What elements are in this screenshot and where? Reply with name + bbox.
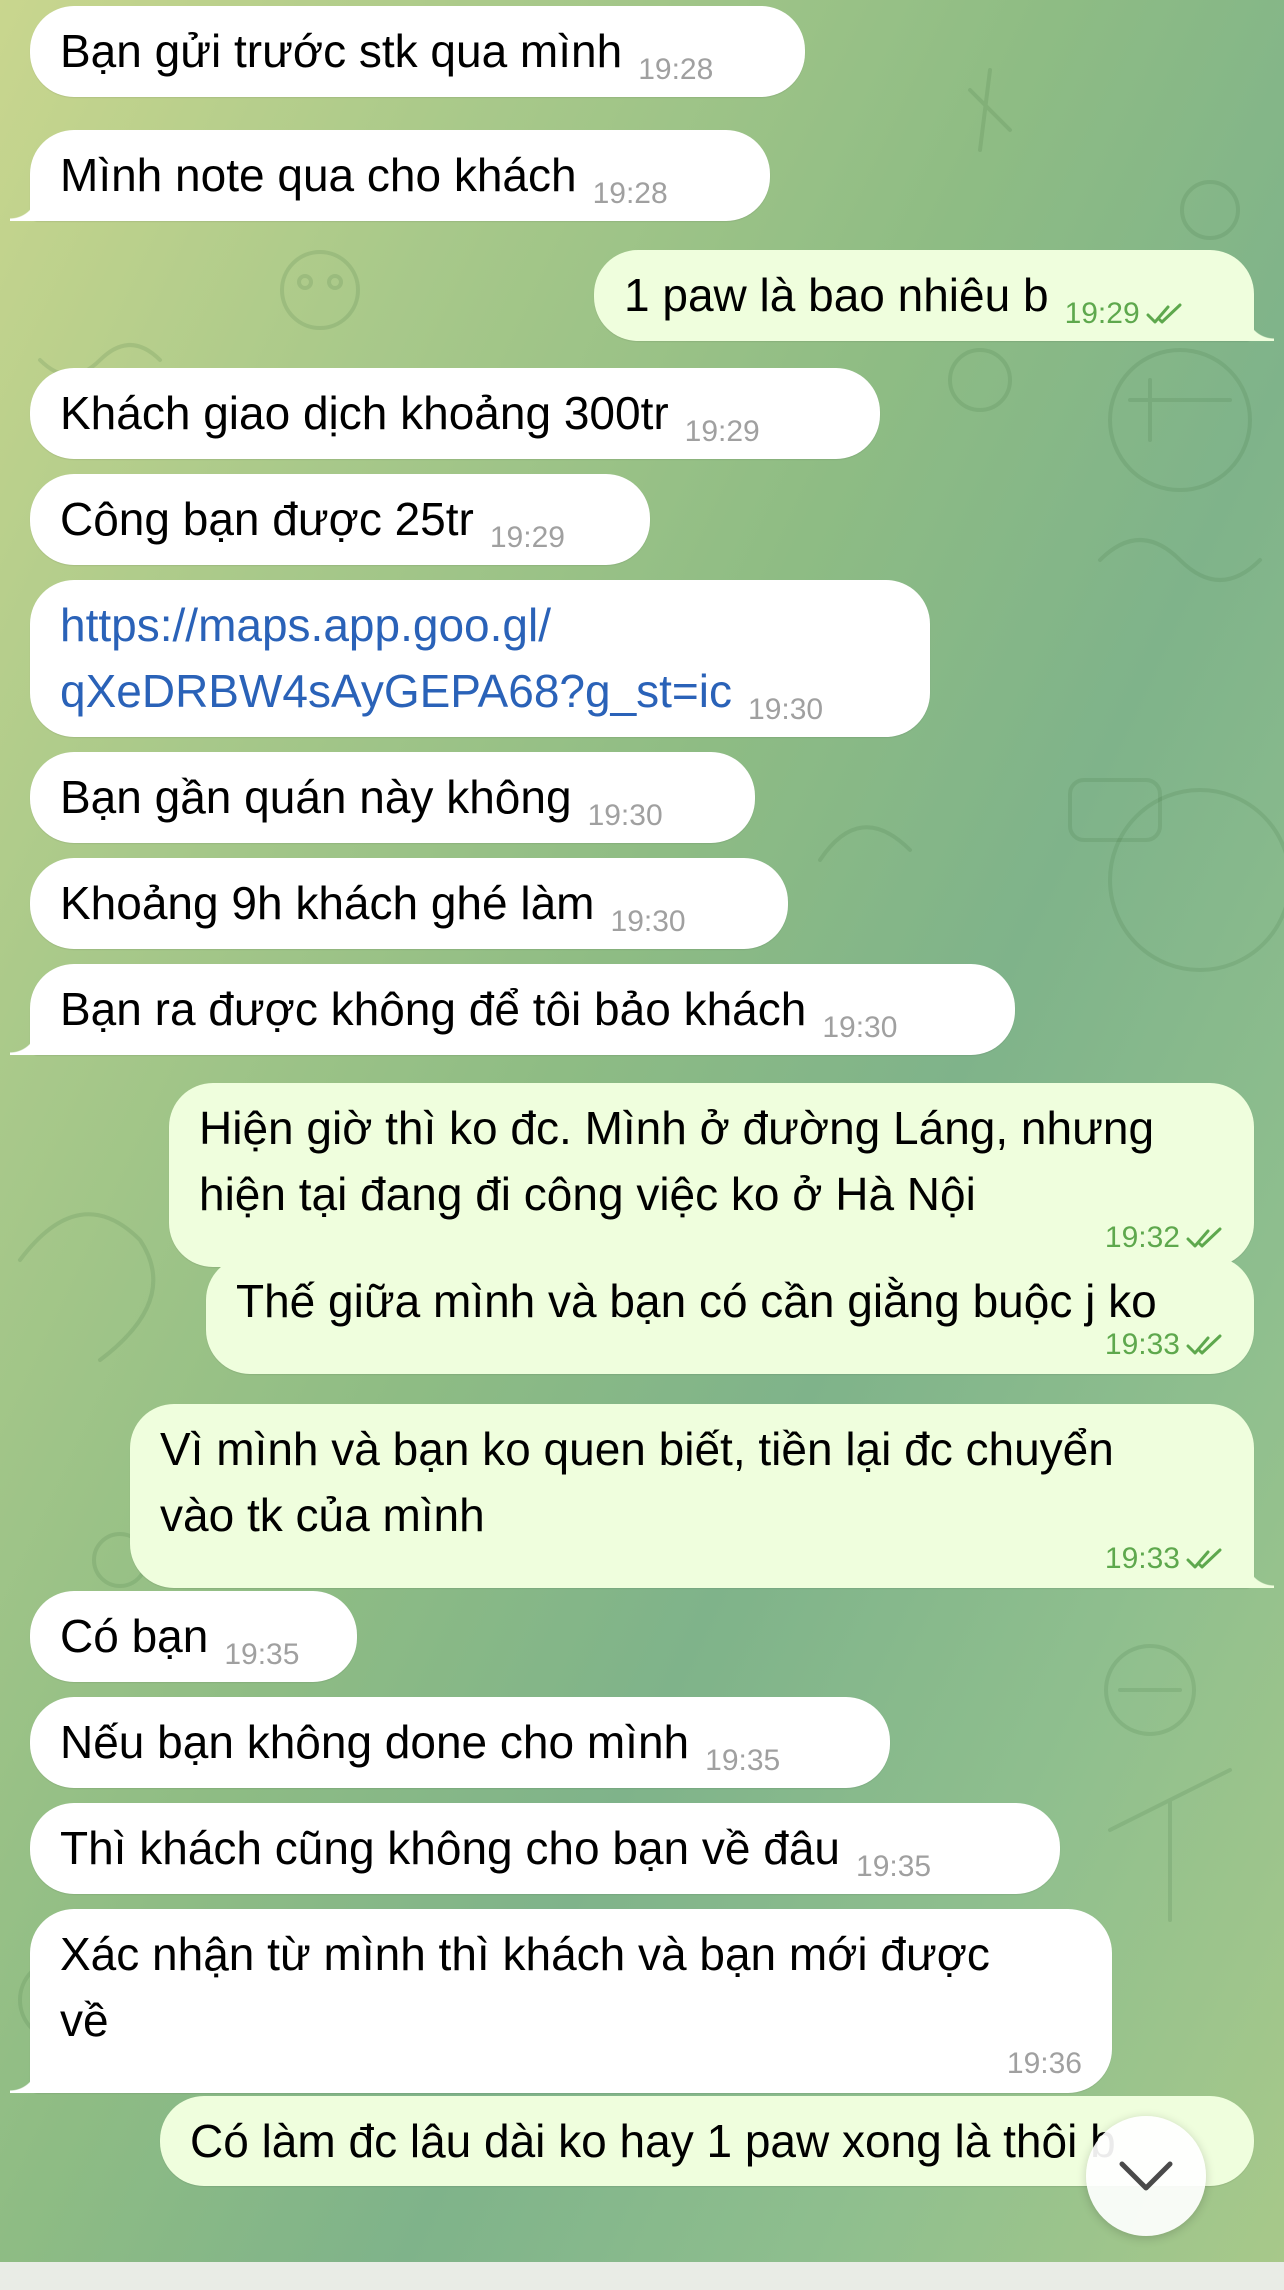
- input-bar-edge: [0, 2262, 1284, 2290]
- outgoing-message[interactable]: Vì mình và bạn ko quen biết, tiền lại đc…: [130, 1404, 1274, 1588]
- message-time: 19:30: [610, 905, 686, 938]
- message-timestamp: 19:28: [593, 179, 668, 209]
- message-text: Có làm đc lâu dài ko hay 1 paw xong là t…: [190, 2115, 1116, 2167]
- message-time: 19:28: [638, 53, 714, 86]
- incoming-message[interactable]: Công bạn được 25tr 19:29: [30, 474, 650, 565]
- outgoing-message[interactable]: Hiện giờ thì ko đc. Mình ở đường Láng, n…: [169, 1083, 1254, 1267]
- message-time: 19:29: [1064, 297, 1140, 330]
- message-text: Vì mình và bạn ko quen biết, tiền lại đc…: [160, 1423, 1114, 1541]
- message-text: Hiện giờ thì ko đc. Mình ở đường Láng, n…: [199, 1102, 1155, 1220]
- message-time: 19:29: [684, 415, 760, 448]
- message-link[interactable]: https://maps.app.goo.gl/ qXeDRBW4sAyGEPA…: [60, 599, 732, 717]
- incoming-message[interactable]: Nếu bạn không done cho mình 19:35: [30, 1697, 890, 1788]
- incoming-message[interactable]: Khách giao dịch khoảng 300tr 19:29: [30, 368, 880, 459]
- message-text: Bạn gửi trước stk qua mình: [60, 25, 623, 77]
- message-timestamp: 19:29: [685, 417, 760, 447]
- incoming-message[interactable]: Thì khách cũng không cho bạn về đâu 19:35: [30, 1803, 1060, 1894]
- double-check-icon: [1186, 1227, 1222, 1248]
- message-timestamp: 19:30: [748, 695, 823, 725]
- message-time: 19:30: [587, 799, 663, 832]
- message-timestamp: 19:33: [160, 1544, 1224, 1574]
- message-timestamp: 19:30: [611, 907, 686, 937]
- message-text: Mình note qua cho khách: [60, 149, 577, 201]
- message-time: 19:35: [224, 1638, 300, 1671]
- message-timestamp: 19:33: [236, 1330, 1224, 1360]
- message-timestamp: 19:32: [199, 1223, 1224, 1253]
- incoming-message[interactable]: Bạn gửi trước stk qua mình 19:28: [30, 6, 805, 97]
- message-text: Khoảng 9h khách ghé làm: [60, 877, 595, 929]
- message-text: Bạn ra được không để tôi bảo khách: [60, 983, 807, 1035]
- incoming-message[interactable]: Bạn ra được không để tôi bảo khách 19:30: [10, 964, 1015, 1055]
- message-text: Bạn gần quán này không: [60, 771, 572, 823]
- message-time: 19:30: [822, 1011, 898, 1044]
- message-timestamp: 19:36: [60, 2049, 1082, 2079]
- chevron-down-icon: [1119, 2161, 1173, 2191]
- message-time: 19:35: [705, 1744, 781, 1777]
- message-timestamp: 19:30: [822, 1013, 897, 1043]
- message-text: Thế giữa mình và bạn có cần giằng buộc j…: [236, 1275, 1157, 1327]
- message-text: Công bạn được 25tr: [60, 493, 474, 545]
- message-time: 19:35: [856, 1850, 932, 1883]
- scroll-down-button[interactable]: [1086, 2116, 1206, 2236]
- incoming-message[interactable]: Xác nhận từ mình thì khách và bạn mới đư…: [10, 1909, 1112, 2093]
- outgoing-message[interactable]: 1 paw là bao nhiêu b 19:29: [594, 250, 1274, 341]
- incoming-message[interactable]: https://maps.app.goo.gl/ qXeDRBW4sAyGEPA…: [30, 580, 930, 737]
- message-time: 19:33: [1104, 1328, 1180, 1361]
- message-time: 19:36: [1006, 2047, 1082, 2080]
- message-time: 19:33: [1104, 1542, 1180, 1575]
- incoming-message[interactable]: Khoảng 9h khách ghé làm 19:30: [30, 858, 788, 949]
- double-check-icon: [1186, 1334, 1222, 1355]
- message-text: Có bạn: [60, 1610, 209, 1662]
- message-timestamp: 19:35: [705, 1746, 780, 1776]
- double-check-icon: [1146, 303, 1182, 324]
- double-check-icon: [1186, 1548, 1222, 1569]
- message-time: 19:30: [748, 693, 824, 726]
- message-timestamp: 19:29: [1065, 299, 1184, 329]
- message-timestamp: 19:35: [856, 1852, 931, 1882]
- message-timestamp: 19:28: [638, 55, 713, 85]
- message-time: 19:28: [592, 177, 668, 210]
- message-text: 1 paw là bao nhiêu b: [624, 269, 1049, 321]
- chat-background[interactable]: Bạn gửi trước stk qua mình 19:28 Mình note…: [0, 0, 1284, 2290]
- message-text: Nếu bạn không done cho mình: [60, 1716, 690, 1768]
- message-time: 19:32: [1104, 1221, 1180, 1254]
- message-timestamp: 19:35: [224, 1640, 299, 1670]
- incoming-message[interactable]: Bạn gần quán này không 19:30: [30, 752, 755, 843]
- message-text: Thì khách cũng không cho bạn về đâu: [60, 1822, 841, 1874]
- message-timestamp: 19:29: [490, 523, 565, 553]
- incoming-message[interactable]: Có bạn 19:35: [30, 1591, 357, 1682]
- message-text: Khách giao dịch khoảng 300tr: [60, 387, 669, 439]
- message-timestamp: 19:30: [588, 801, 663, 831]
- outgoing-message[interactable]: Thế giữa mình và bạn có cần giằng buộc j…: [206, 1256, 1254, 1374]
- incoming-message[interactable]: Mình note qua cho khách 19:28: [10, 130, 770, 221]
- message-text: Xác nhận từ mình thì khách và bạn mới đư…: [60, 1928, 990, 2046]
- message-time: 19:29: [489, 521, 565, 554]
